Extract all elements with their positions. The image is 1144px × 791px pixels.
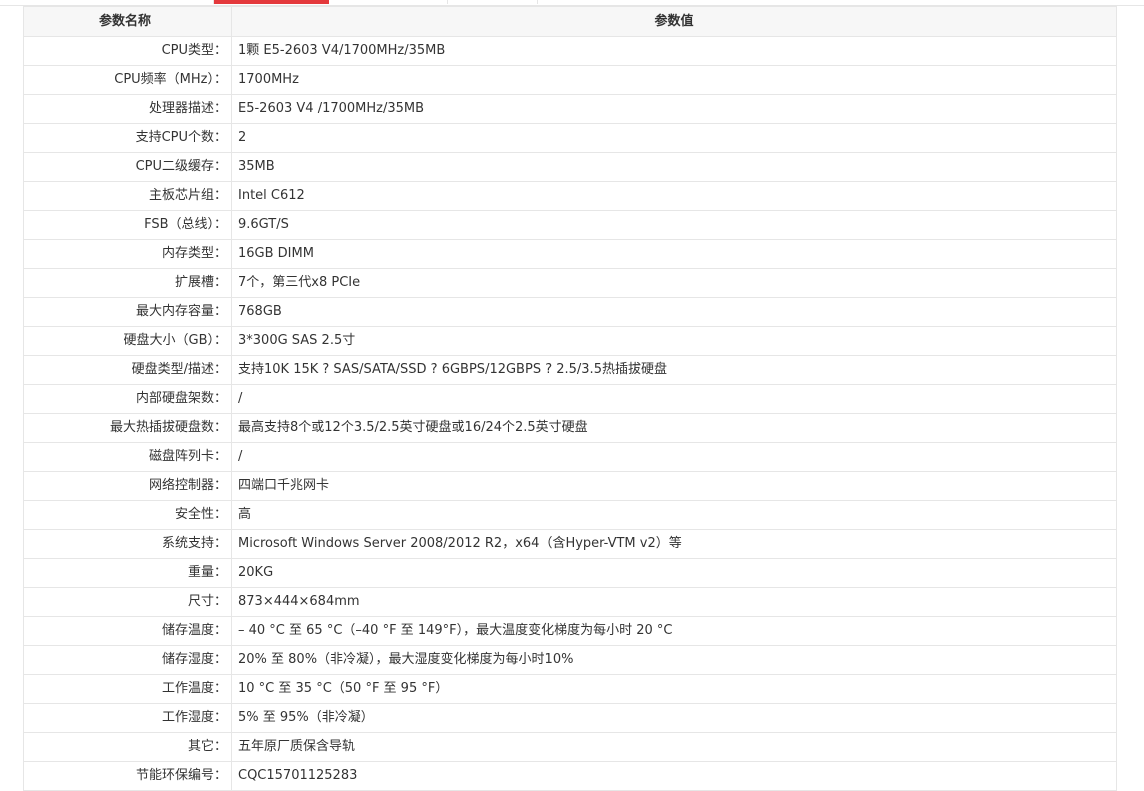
param-name: 硬盘大小（GB）： xyxy=(23,326,232,356)
param-name: 工作温度： xyxy=(23,674,232,704)
param-name: 最大热插拔硬盘数： xyxy=(23,413,232,443)
param-value: E5-2603 V4 /1700MHz/35MB xyxy=(231,94,1117,124)
table-row: 工作湿度： 5% 至 95%（非冷凝） xyxy=(23,703,1117,733)
table-header-row: 参数名称 参数值 xyxy=(23,6,1117,37)
param-name: 网络控制器： xyxy=(23,471,232,501)
param-value: 9.6GT/S xyxy=(231,210,1117,240)
table-row: 安全性：高 xyxy=(23,500,1117,530)
tab-3[interactable] xyxy=(331,0,448,4)
param-name: 扩展槽： xyxy=(23,268,232,298)
param-value: – 40 °C 至 65 °C（–40 °F 至 149°F），最大温度变化梯度… xyxy=(231,616,1117,646)
param-name: 储存湿度： xyxy=(23,645,232,675)
param-value: 35MB xyxy=(231,152,1117,182)
param-value: 1颗 E5-2603 V4/1700MHz/35MB xyxy=(231,36,1117,66)
param-value: 1700MHz xyxy=(231,65,1117,95)
table-row: 支持CPU个数： 2 xyxy=(23,123,1117,153)
param-value: 10 °C 至 35 °C（50 °F 至 95 °F） xyxy=(231,674,1117,704)
param-name: 支持CPU个数： xyxy=(23,123,232,153)
param-value: 四端口千兆网卡 xyxy=(231,471,1117,501)
param-name: 内存类型： xyxy=(23,239,232,269)
spec-table: 参数名称 参数值 CPU类型： 1颗 E5-2603 V4/1700MHz/35M… xyxy=(23,6,1117,791)
param-value: 最高支持8个或12个3.5/2.5英寸硬盘或16/24个2.5英寸硬盘 xyxy=(231,413,1117,443)
table-row: CPU类型： 1颗 E5-2603 V4/1700MHz/35MB xyxy=(23,36,1117,66)
param-value: 20KG xyxy=(231,558,1117,588)
param-value: 20% 至 80%（非冷凝），最大湿度变化梯度为每小时10% xyxy=(231,645,1117,675)
param-name: 硬盘类型/描述： xyxy=(23,355,232,385)
param-value: Intel C612 xyxy=(231,181,1117,211)
param-name: CPU频率（MHz）： xyxy=(23,65,232,95)
table-row: CPU二级缓存： 35MB xyxy=(23,152,1117,182)
header-value: 参数值 xyxy=(231,6,1117,37)
tab-1[interactable] xyxy=(95,0,214,4)
param-name: 其它： xyxy=(23,732,232,762)
param-value: 16GB DIMM xyxy=(231,239,1117,269)
param-name: 储存温度： xyxy=(23,616,232,646)
param-value: 高 xyxy=(231,500,1117,530)
table-row: 硬盘类型/描述： 支持10K 15K ? SAS/SATA/SSD ? 6GBPS… xyxy=(23,355,1117,385)
table-row: 网络控制器： 四端口千兆网卡 xyxy=(23,471,1117,501)
table-row: 处理器描述： E5-2603 V4 /1700MHz/35MB xyxy=(23,94,1117,124)
header-name: 参数名称 xyxy=(23,6,232,37)
table-row: 工作温度： 10 °C 至 35 °C（50 °F 至 95 °F） xyxy=(23,674,1117,704)
param-value: 五年原厂质保含导轨 xyxy=(231,732,1117,762)
table-row: 重量： 20KG xyxy=(23,558,1117,588)
param-name: CPU二级缓存： xyxy=(23,152,232,182)
table-row: 储存温度： – 40 °C 至 65 °C（–40 °F 至 149°F），最大温… xyxy=(23,616,1117,646)
param-value: / xyxy=(231,384,1117,414)
param-name: CPU类型： xyxy=(23,36,232,66)
tab-active[interactable] xyxy=(214,0,329,4)
param-name: 节能环保编号： xyxy=(23,761,232,791)
table-row: CPU频率（MHz）： 1700MHz xyxy=(23,65,1117,95)
param-value: 3*300G SAS 2.5寸 xyxy=(231,326,1117,356)
table-row: 节能环保编号： CQC15701125283 xyxy=(23,761,1117,791)
table-row: 内存类型： 16GB DIMM xyxy=(23,239,1117,269)
param-value: / xyxy=(231,442,1117,472)
param-value: 768GB xyxy=(231,297,1117,327)
table-row: 磁盘阵列卡： / xyxy=(23,442,1117,472)
param-name: FSB（总线）： xyxy=(23,210,232,240)
table-row: 内部硬盘架数： / xyxy=(23,384,1117,414)
param-name: 处理器描述： xyxy=(23,94,232,124)
tab-4[interactable] xyxy=(448,0,538,4)
param-value: CQC15701125283 xyxy=(231,761,1117,791)
param-name: 最大内存容量： xyxy=(23,297,232,327)
param-value: 支持10K 15K ? SAS/SATA/SSD ? 6GBPS/12GBPS … xyxy=(231,355,1117,385)
param-name: 磁盘阵列卡： xyxy=(23,442,232,472)
table-row: 尺寸： 873×444×684mm xyxy=(23,587,1117,617)
param-name: 内部硬盘架数： xyxy=(23,384,232,414)
table-row: 硬盘大小（GB）： 3*300G SAS 2.5寸 xyxy=(23,326,1117,356)
param-value: Microsoft Windows Server 2008/2012 R2，x6… xyxy=(231,529,1117,559)
table-row: 最大热插拔硬盘数： 最高支持8个或12个3.5/2.5英寸硬盘或16/24个2.5… xyxy=(23,413,1117,443)
table-row: 最大内存容量： 768GB xyxy=(23,297,1117,327)
param-name: 重量： xyxy=(23,558,232,588)
param-name: 系统支持： xyxy=(23,529,232,559)
param-value: 2 xyxy=(231,123,1117,153)
param-value: 7个，第三代x8 PCIe xyxy=(231,268,1117,298)
table-row: FSB（总线）： 9.6GT/S xyxy=(23,210,1117,240)
param-name: 尺寸： xyxy=(23,587,232,617)
param-name: 工作湿度： xyxy=(23,703,232,733)
table-row: 储存湿度： 20% 至 80%（非冷凝），最大湿度变化梯度为每小时10% xyxy=(23,645,1117,675)
param-value: 873×444×684mm xyxy=(231,587,1117,617)
param-name: 安全性： xyxy=(23,500,232,530)
table-row: 系统支持： Microsoft Windows Server 2008/2012 … xyxy=(23,529,1117,559)
table-row: 其它： 五年原厂质保含导轨 xyxy=(23,732,1117,762)
param-value: 5% 至 95%（非冷凝） xyxy=(231,703,1117,733)
table-row: 主板芯片组： Intel C612 xyxy=(23,181,1117,211)
param-name: 主板芯片组： xyxy=(23,181,232,211)
table-row: 扩展槽： 7个，第三代x8 PCIe xyxy=(23,268,1117,298)
